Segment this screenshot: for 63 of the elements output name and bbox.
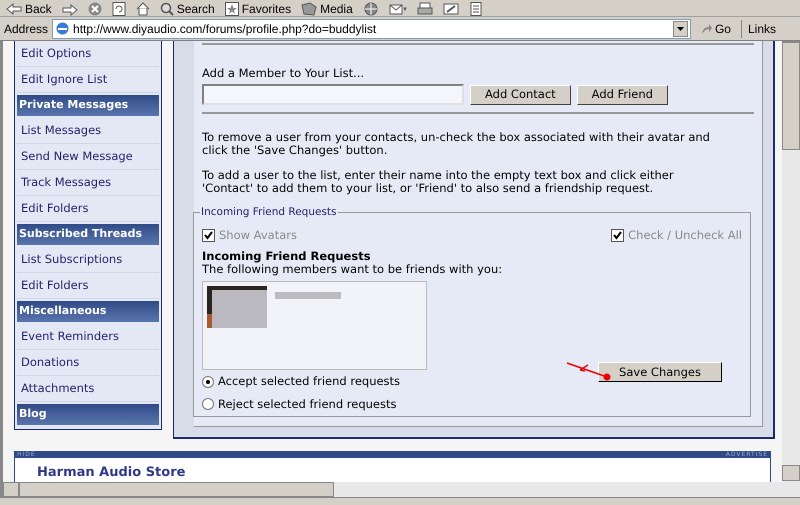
redaction-bar xyxy=(275,292,341,300)
stop-icon xyxy=(88,2,102,16)
radio-label: Reject selected friend requests xyxy=(218,396,397,412)
instruction-text: To add a user to the list, enter their name into the empty text box and click either 'Contact' to add them to your list, or 'Friend' to also send a friendship request. xyxy=(202,169,675,196)
show-avatars-label: Show Avatars xyxy=(219,227,298,244)
toolbar-button[interactable] xyxy=(110,2,128,16)
ad-title: Harman Audio Store xyxy=(37,466,186,480)
save-changes-button[interactable]: Save Changes xyxy=(598,362,722,382)
globe-icon xyxy=(362,2,379,16)
instruction-text: To remove a user from your contacts, un-check the box associated with their avatar and click the 'Save Changes' button. xyxy=(202,131,711,158)
sidebar-link[interactable]: Attachments xyxy=(17,376,159,402)
dropdown-caret-icon xyxy=(676,26,684,30)
mail-icon xyxy=(388,2,407,16)
toolbar-button[interactable]: Search xyxy=(158,2,217,16)
edit-icon xyxy=(442,2,459,16)
toolbar-button[interactable]: Back xyxy=(4,2,54,16)
requests-title: Incoming Friend Requests xyxy=(202,250,372,264)
add-button[interactable]: Add Friend xyxy=(576,84,668,105)
links-button[interactable]: Links xyxy=(740,20,778,38)
go-arrow-icon xyxy=(700,22,713,34)
toolbar-button[interactable] xyxy=(414,2,435,16)
forward-arrow-icon xyxy=(62,4,78,16)
requests-subtitle: The following members want to be friends with you: xyxy=(202,263,504,276)
add-button[interactable]: Add Contact xyxy=(470,84,571,105)
toolbar-button[interactable] xyxy=(440,2,461,16)
radio-label: Accept selected friend requests xyxy=(218,373,400,390)
document-icon xyxy=(468,2,483,16)
sidebar-link[interactable]: Send New Message xyxy=(17,144,159,170)
page-icon xyxy=(55,21,70,36)
add-member-label: Add a Member to Your List... xyxy=(202,65,366,82)
toolbar-button[interactable] xyxy=(86,2,104,16)
go-button[interactable]: Go xyxy=(694,20,737,38)
sidebar-link[interactable]: Event Reminders xyxy=(17,324,159,350)
sidebar-header: Subscribed Threads xyxy=(17,224,159,245)
arrow-annotation xyxy=(566,362,612,381)
sidebar-link[interactable]: Edit Options xyxy=(17,41,159,67)
check-all-label: Check / Uncheck All xyxy=(628,227,742,244)
star-icon xyxy=(224,2,239,16)
sidebar-header: Miscellaneous xyxy=(17,301,159,322)
fieldset-legend: Incoming Friend Requests xyxy=(200,206,338,218)
address-field[interactable]: http://www.diyaudio.com/forums/profile.php?do=buddylist xyxy=(52,18,691,38)
sidebar-link[interactable]: List Messages xyxy=(17,118,159,144)
toolbar-button[interactable]: Favorites xyxy=(222,2,294,16)
refresh-icon xyxy=(112,2,126,16)
toolbar-button[interactable] xyxy=(60,4,80,16)
sidebar-link[interactable]: Edit Ignore List xyxy=(17,67,159,93)
toolbar-button[interactable] xyxy=(386,2,409,16)
member-name-field[interactable] xyxy=(202,84,464,106)
sidebar-link[interactable]: List Subscriptions xyxy=(17,247,159,273)
toolbar-button[interactable]: Media xyxy=(299,2,355,16)
sidebar-link[interactable]: Donations xyxy=(17,350,159,376)
address-label: Address xyxy=(4,20,48,38)
home-icon xyxy=(136,2,150,16)
sidebar-link[interactable]: Edit Folders xyxy=(17,273,159,299)
checkbox[interactable] xyxy=(202,229,215,242)
sidebar-link[interactable]: Edit Folders xyxy=(17,196,159,222)
sidebar-header: Blog xyxy=(17,404,159,425)
sidebar-header: Private Messages xyxy=(17,95,159,116)
search-icon xyxy=(160,2,174,16)
checkbox[interactable] xyxy=(611,229,624,242)
dropdown-button[interactable] xyxy=(672,20,688,36)
back-arrow-icon xyxy=(6,3,22,15)
sidebar-link[interactable]: Track Messages xyxy=(17,170,159,196)
